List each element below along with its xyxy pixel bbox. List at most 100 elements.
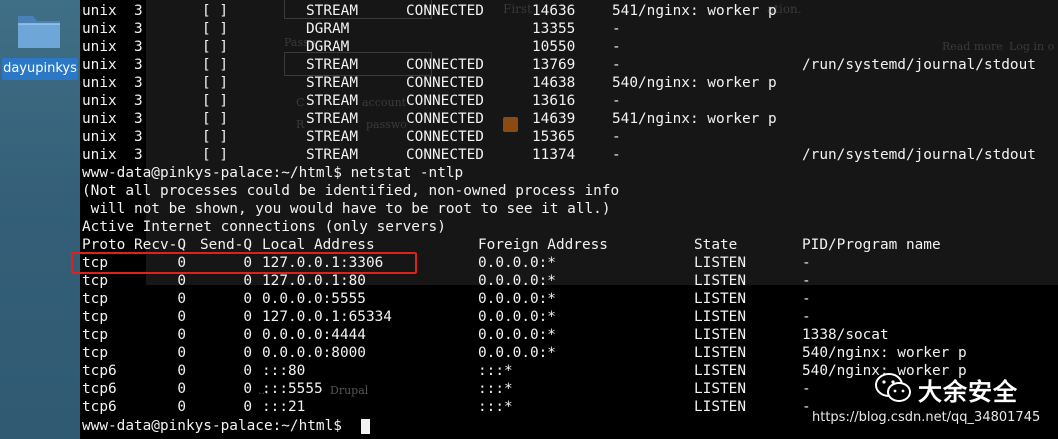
cell-proto: tcp xyxy=(82,291,108,307)
cell-proto: unix xyxy=(82,111,117,127)
cell-recvq: 0 xyxy=(177,309,186,325)
cell-type: STREAM xyxy=(306,3,358,19)
cell-pid: 540/nginx: worker p xyxy=(612,75,777,91)
cell-proto: unix xyxy=(82,39,117,55)
cell-flags: [ ] xyxy=(202,129,228,145)
cell-refcnt: 3 xyxy=(134,21,143,37)
listening-port-row: tcp 0 0 0.0.0.0:5555 0.0.0.0:* LISTEN - xyxy=(82,290,1042,308)
cell-foreign: :::* xyxy=(478,399,513,415)
cell-sendq: 0 xyxy=(243,363,252,379)
cell-foreign: 0.0.0.0:* xyxy=(478,255,556,271)
cell-inode: 14638 xyxy=(532,75,576,91)
cell-pid: - xyxy=(612,39,621,55)
cell-inode: 13355 xyxy=(532,21,576,37)
cell-sendq: 0 xyxy=(243,327,252,343)
listening-port-row: tcp 0 0 127.0.0.1:65334 0.0.0.0:* LISTEN - xyxy=(82,308,1042,326)
watermark-url: https://blog.csdn.net/qq_34801745 xyxy=(812,410,1041,425)
cell-proto: unix xyxy=(82,93,117,109)
cell-type: STREAM xyxy=(306,111,358,127)
cell-proto: tcp6 xyxy=(82,363,117,379)
cell-inode: 13769 xyxy=(532,57,576,73)
cell-foreign: :::* xyxy=(478,381,513,397)
cell-pid: - xyxy=(802,255,811,271)
cell-inode: 11374 xyxy=(532,147,576,163)
cell-refcnt: 3 xyxy=(134,93,143,109)
section-title: Active Internet connections (only server… xyxy=(82,219,446,235)
cell-local: 0.0.0.0:8000 xyxy=(262,345,366,361)
cell-refcnt: 3 xyxy=(134,39,143,55)
cell-inode: 10550 xyxy=(532,39,576,55)
cell-local: 127.0.0.1:65334 xyxy=(262,309,392,325)
notice-line: will not be shown, you would have to be … xyxy=(82,201,611,217)
cell-pid: - xyxy=(802,291,811,307)
cell-foreign: 0.0.0.0:* xyxy=(478,273,556,289)
cell-proto: unix xyxy=(82,57,117,73)
cell-recvq: 0 xyxy=(177,345,186,361)
cell-type: STREAM xyxy=(306,93,358,109)
cell-recvq: 0 xyxy=(177,381,186,397)
cell-pid: - xyxy=(612,93,621,109)
cell-recvq: 0 xyxy=(177,291,186,307)
unix-socket-row: unix 3 [ ] STREAM CONNECTED 15365 - xyxy=(82,128,1052,146)
cell-sendq: 0 xyxy=(243,399,252,415)
cell-proto: tcp xyxy=(82,327,108,343)
folder-icon[interactable] xyxy=(16,10,62,50)
cell-foreign: 0.0.0.0:* xyxy=(478,327,556,343)
screen: dayupinkys First ation. Passw Read more … xyxy=(0,0,1058,439)
header-pid: PID/Program name xyxy=(802,237,941,253)
cell-flags: [ ] xyxy=(202,111,228,127)
header-state: State xyxy=(694,237,738,253)
listening-port-row: tcp 0 0 0.0.0.0:8000 0.0.0.0:* LISTEN 540/ngin… xyxy=(82,344,1042,362)
unix-socket-row: unix 3 [ ] DGRAM 13355 - xyxy=(82,20,1052,38)
cell-sendq: 0 xyxy=(243,273,252,289)
cell-type: STREAM xyxy=(306,147,358,163)
cell-pid: 541/nginx: worker p xyxy=(612,111,777,127)
folder-label[interactable]: dayupinkys xyxy=(2,58,78,80)
cell-local: 127.0.0.1:80 xyxy=(262,273,366,289)
cell-proto: tcp6 xyxy=(82,399,117,415)
cell-local: :::5555 xyxy=(262,381,323,397)
cell-type: DGRAM xyxy=(306,21,350,37)
wechat-icon xyxy=(875,373,911,402)
notice-line: (Not all processes could be identified, … xyxy=(82,183,620,199)
cell-pid: 541/nginx: worker p xyxy=(612,3,777,19)
cell-pid: - xyxy=(612,57,621,73)
unix-socket-row: unix 3 [ ] STREAM CONNECTED 13616 - xyxy=(82,92,1052,110)
cell-foreign: 0.0.0.0:* xyxy=(478,345,556,361)
cell-pid: 540/nginx: worker p xyxy=(802,345,967,361)
cell-pid: 1338/socat xyxy=(802,327,889,343)
shell-prompt[interactable]: www-data@pinkys-palace:~/html$ xyxy=(82,417,342,435)
cell-pid: - xyxy=(612,21,621,37)
cell-proto: unix xyxy=(82,75,117,91)
cell-state: LISTEN xyxy=(694,363,746,379)
cell-sendq: 0 xyxy=(243,309,252,325)
cell-proto: unix xyxy=(82,3,117,19)
cell-path: /run/systemd/journal/stdout xyxy=(802,147,1036,163)
cell-refcnt: 3 xyxy=(134,3,143,19)
cell-recvq: 0 xyxy=(177,363,186,379)
unix-socket-row: unix 3 [ ] STREAM CONNECTED 14638 540/nginx: w… xyxy=(82,74,1052,92)
cell-proto: unix xyxy=(82,21,117,37)
cell-sendq: 0 xyxy=(243,381,252,397)
cell-foreign: 0.0.0.0:* xyxy=(478,309,556,325)
listening-port-row: tcp 0 0 0.0.0.0:4444 0.0.0.0:* LISTEN 1338/soc… xyxy=(82,326,1042,344)
cell-state: LISTEN xyxy=(694,399,746,415)
cell-state: CONNECTED xyxy=(406,75,484,91)
cell-type: DGRAM xyxy=(306,39,350,55)
cell-local: 0.0.0.0:4444 xyxy=(262,327,366,343)
cell-refcnt: 3 xyxy=(134,111,143,127)
cell-pid: - xyxy=(802,381,811,397)
cell-refcnt: 3 xyxy=(134,147,143,163)
cell-state: LISTEN xyxy=(694,273,746,289)
cell-inode: 14636 xyxy=(532,3,576,19)
cell-path: /run/systemd/journal/stdout xyxy=(802,57,1036,73)
unix-socket-row: unix 3 [ ] STREAM CONNECTED 13769 - /run/system… xyxy=(82,56,1052,74)
cell-state: LISTEN xyxy=(694,255,746,271)
cell-state: LISTEN xyxy=(694,291,746,307)
cell-flags: [ ] xyxy=(202,39,228,55)
cell-foreign: 0.0.0.0:* xyxy=(478,291,556,307)
unix-socket-row: unix 3 [ ] STREAM CONNECTED 14636 541/nginx: w… xyxy=(82,2,1052,20)
unix-socket-row: unix 3 [ ] STREAM CONNECTED 14639 541/nginx: w… xyxy=(82,110,1052,128)
cell-type: STREAM xyxy=(306,57,358,73)
cell-flags: [ ] xyxy=(202,93,228,109)
